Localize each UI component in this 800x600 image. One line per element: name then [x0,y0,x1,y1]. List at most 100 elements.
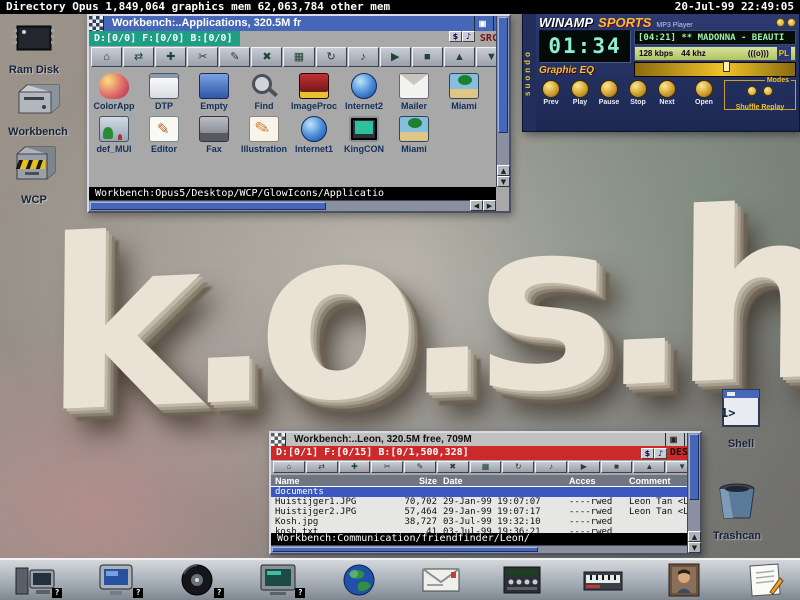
column-header-comment[interactable]: Comment [629,475,687,486]
app-icon-find[interactable]: Find [239,68,289,111]
zoom-gadget[interactable]: ▣ [665,433,681,446]
app-icon-internet1[interactable]: Internet1 [289,111,339,154]
opus1-titlebar[interactable]: Workbench:..Applications, 320.5M fr ▣ ⬒ [89,16,509,31]
opus2-titlebar[interactable]: Workbench:..Leon, 320.5M free, 709M ▣ ⬒ [271,433,700,446]
toolbar-button-grid-icon[interactable]: ▦ [283,47,314,67]
app-icon-dtp[interactable]: DTP [139,68,189,111]
app-icon-def-mui[interactable]: def_MUI [89,111,139,154]
file-row[interactable]: Huistijger1.JPG 70,702 29-Jan-99 19:07:0… [271,497,687,507]
toolbar-button-refresh-icon[interactable]: ↻ [502,461,534,473]
dock-item-amiga-monitor[interactable]: ? [257,562,299,598]
opus2-vertical-scrollbar[interactable]: ▲ ▼ [687,433,700,553]
toolbar-button-run-icon[interactable]: ▶ [568,461,600,473]
dock-item-mailer[interactable] [420,562,462,598]
app-icon-internet2[interactable]: Internet2 [339,68,389,111]
dock-item-workstation[interactable]: ? [14,562,56,598]
toolbar-button-edit-icon[interactable]: ✎ [404,461,436,473]
playlist-button[interactable]: PL [777,47,791,60]
file-row[interactable]: Huistijger2.JPG 57,464 29-Jan-99 19:07:1… [271,507,687,517]
scrollbar-thumb[interactable] [90,202,326,210]
volume-slider[interactable] [634,62,796,77]
toolbar-button-grid-icon[interactable]: ▦ [470,461,502,473]
toolbar-button-refresh-icon[interactable]: ↻ [316,47,347,67]
toolbar-button-edit-icon[interactable]: ✎ [219,47,250,67]
dock-item-notepad[interactable] [744,562,786,598]
dollar-gadget[interactable]: $ [449,31,462,42]
stop-button[interactable]: Stop [626,80,650,107]
toolbar-button-play-sound-icon[interactable]: ♪ [535,461,567,473]
dollar-gadget[interactable]: $ [641,448,654,459]
scroll-up-arrow[interactable]: ▲ [497,165,510,176]
app-icon-empty[interactable]: Empty [189,68,239,111]
app-icon-imageproc[interactable]: ImageProc [289,68,339,111]
toolbar-button-stop-icon[interactable]: ■ [412,47,443,67]
close-icon[interactable] [787,18,796,27]
app-icon-illustration[interactable]: Illustration [239,111,289,154]
toolbar-button-up-icon[interactable]: ▲ [444,47,475,67]
toolbar-button-home-icon[interactable]: ⌂ [273,461,305,473]
file-row[interactable]: Kosh.jpg 38,727 03-Jul-99 19:32:10 ----r… [271,517,687,527]
play-button[interactable]: Play [568,80,592,107]
scrollbar-thumb[interactable] [272,547,538,552]
toolbar-button-add-icon[interactable]: ✚ [155,47,186,67]
replay-toggle[interactable] [763,86,773,96]
dock-item-monitor[interactable]: ? [95,562,137,598]
open-button[interactable]: Open [692,80,716,107]
scroll-down-arrow[interactable]: ▼ [688,542,701,553]
dock-item-keyboard[interactable] [582,562,624,598]
app-icon-editor[interactable]: Editor [139,111,189,154]
pause-button[interactable]: Pause [597,80,621,107]
toolbar-button-home-icon[interactable]: ⌂ [91,47,122,67]
app-icon-fax[interactable]: Fax [189,111,239,154]
winamp-titlebar[interactable]: WINAMP SPORTS MP3 Player [539,15,796,30]
toolbar-button-add-icon[interactable]: ✚ [339,461,371,473]
toolbar-button-run-icon[interactable]: ▶ [380,47,411,67]
scroll-down-arrow[interactable]: ▼ [497,176,510,187]
scrollbar-thumb[interactable] [689,434,699,500]
column-header-access[interactable]: Acces [569,475,629,486]
desktop-icon-trashcan[interactable]: Trashcan [703,480,771,542]
app-icon-colorapp[interactable]: ColorApp [89,68,139,111]
toolbar-button-cut-icon[interactable]: ✂ [371,461,403,473]
dock-item-audio-rack[interactable] [501,562,543,598]
winamp-track-info[interactable]: [04:21] ** MADONNA - BEAUTI [634,30,796,45]
shuffle-toggle[interactable] [747,86,757,96]
desktop-icon-shell[interactable]: 1> Shell [707,386,775,450]
minimize-icon[interactable] [776,18,785,27]
opus1-vertical-scrollbar[interactable]: ▲ ▼ [496,16,509,187]
column-header-size[interactable]: Size [387,475,443,486]
dock-item-disc-player[interactable]: ? [176,562,218,598]
toolbar-button-cut-icon[interactable]: ✂ [187,47,218,67]
toolbar-button-delete-icon[interactable]: ✖ [251,47,282,67]
note-gadget[interactable]: ♪ [462,31,475,42]
app-icon-miami[interactable]: Miami [439,68,489,111]
prev-button[interactable]: Prev [539,80,563,107]
column-header-date[interactable]: Date [443,475,569,486]
next-button[interactable]: Next [655,80,679,107]
scrollbar-thumb[interactable] [498,17,508,133]
desktop-icon-ram-disk[interactable]: Ram Disk [0,20,68,76]
toolbar-button-play-sound-icon[interactable]: ♪ [348,47,379,67]
dock-item-portrait[interactable] [663,562,705,598]
close-gadget[interactable] [271,433,286,446]
toolbar-button-delete-icon[interactable]: ✖ [437,461,469,473]
dock-item-web-globe[interactable] [338,562,380,598]
column-header-name[interactable]: Name [271,475,387,486]
app-icon-miami2[interactable]: Miami [389,111,439,154]
scroll-right-arrow[interactable]: ▶ [483,200,496,211]
opus2-horizontal-scrollbar[interactable] [271,545,687,553]
toolbar-button-swap-icon[interactable]: ⇄ [123,47,154,67]
toolbar-button-stop-icon[interactable]: ■ [601,461,633,473]
file-row-selected[interactable]: documents [271,487,687,497]
toolbar-button-up-icon[interactable]: ▲ [633,461,665,473]
zoom-gadget[interactable]: ▣ [474,16,490,31]
desktop-icon-wcp[interactable]: WCP [0,142,68,206]
scroll-up-arrow[interactable]: ▲ [688,531,701,542]
app-icon-mailer[interactable]: Mailer [389,68,439,111]
close-gadget[interactable] [89,16,104,31]
scroll-left-arrow[interactable]: ◀ [470,200,483,211]
app-icon-kingcon[interactable]: KingCON [339,111,389,154]
toolbar-button-swap-icon[interactable]: ⇄ [306,461,338,473]
note-gadget[interactable]: ♪ [654,448,667,459]
desktop-icon-workbench[interactable]: Workbench [4,82,72,138]
